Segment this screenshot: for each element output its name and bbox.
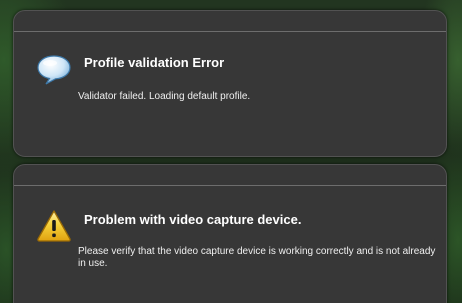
notification-title: Problem with video capture device. xyxy=(84,212,302,227)
notification-separator xyxy=(14,185,446,186)
warning-icon xyxy=(37,210,71,242)
speech-bubble-icon xyxy=(37,55,71,85)
notification-video-capture-problem[interactable]: Problem with video capture device. Pleas… xyxy=(13,164,447,303)
notification-profile-validation-error[interactable]: Profile validation Error Validator faile… xyxy=(13,10,447,157)
notification-title: Profile validation Error xyxy=(84,55,225,70)
notification-message: Please verify that the video capture dev… xyxy=(78,246,436,269)
notification-message: Validator failed. Loading default profil… xyxy=(78,91,251,102)
notification-separator xyxy=(14,31,446,32)
